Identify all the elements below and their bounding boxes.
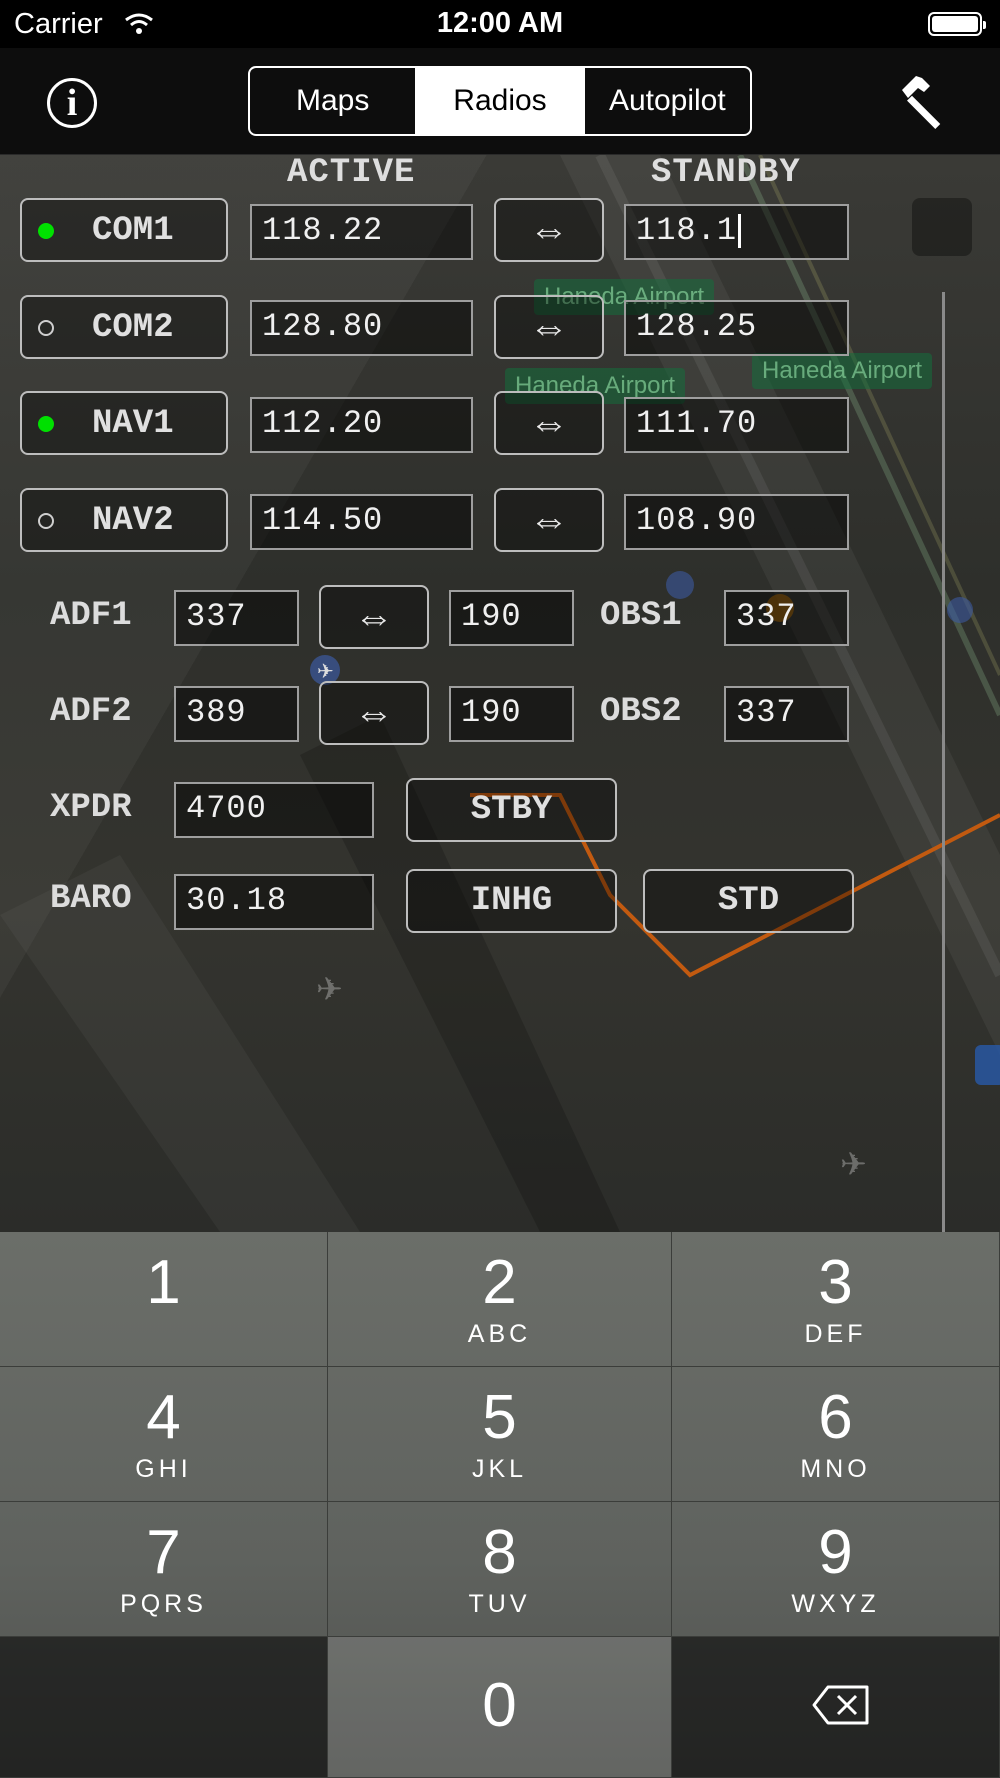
com2-standby-field[interactable]: 128.25: [624, 300, 849, 356]
swap-icon: ⇔: [354, 595, 394, 639]
tab-autopilot[interactable]: Autopilot: [585, 68, 750, 134]
obs2-field[interactable]: 337: [724, 686, 849, 742]
adf1-label: ADF1: [50, 597, 132, 635]
map-corner-control[interactable]: [912, 198, 972, 256]
obs1-label: OBS1: [600, 597, 682, 635]
com2-label: COM2: [92, 309, 174, 347]
backspace-icon: [812, 1685, 869, 1725]
key-8[interactable]: 8 TUV: [328, 1502, 672, 1637]
adf1-standby-field[interactable]: 190: [449, 590, 574, 646]
nav2-status-led: [38, 513, 54, 529]
baro-label: BARO: [50, 880, 132, 918]
com1-swap-button[interactable]: ⇔: [494, 198, 604, 262]
key-1[interactable]: 1: [0, 1232, 328, 1367]
com1-button[interactable]: COM1: [20, 198, 228, 262]
nav1-status-led: [38, 416, 54, 432]
adf2-swap-button[interactable]: ⇔: [319, 681, 429, 745]
com2-swap-button[interactable]: ⇔: [494, 295, 604, 359]
swap-icon: ⇔: [529, 498, 569, 542]
key-blank: [0, 1637, 328, 1778]
key-5[interactable]: 5 JKL: [328, 1367, 672, 1502]
info-icon: i: [66, 82, 78, 124]
com1-active-field[interactable]: 118.22: [250, 204, 473, 260]
key-9[interactable]: 9 WXYZ: [672, 1502, 1000, 1637]
panel-divider: [942, 292, 945, 1232]
key-3[interactable]: 3 DEF: [672, 1232, 1000, 1367]
nav1-standby-field[interactable]: 111.70: [624, 397, 849, 453]
com1-label: COM1: [92, 212, 174, 250]
nav2-swap-button[interactable]: ⇔: [494, 488, 604, 552]
nav1-button[interactable]: NAV1: [20, 391, 228, 455]
baro-unit-button[interactable]: INHG: [406, 869, 617, 933]
hammer-icon[interactable]: [894, 72, 954, 132]
obs1-field[interactable]: 337: [724, 590, 849, 646]
baro-value-field[interactable]: 30.18: [174, 874, 374, 930]
map-label-airport-3: Haneda Airport: [752, 353, 933, 389]
adf1-active-field[interactable]: 337: [174, 590, 299, 646]
key-delete[interactable]: [672, 1637, 1000, 1778]
adf2-standby-field[interactable]: 190: [449, 686, 574, 742]
swap-icon: ⇔: [354, 691, 394, 735]
svg-text:✈: ✈: [840, 1145, 867, 1183]
svg-text:✈: ✈: [316, 970, 343, 1008]
com1-status-led: [38, 223, 54, 239]
clock: 12:00 AM: [436, 7, 564, 39]
standby-header: STANDBY: [651, 154, 801, 192]
xpdr-mode-button[interactable]: STBY: [406, 778, 617, 842]
key-4[interactable]: 4 GHI: [0, 1367, 328, 1502]
status-bar: Carrier 12:00 AM: [0, 0, 1000, 48]
nav2-label: NAV2: [92, 502, 174, 540]
swap-icon: ⇔: [529, 401, 569, 445]
obs2-label: OBS2: [600, 693, 682, 731]
adf2-active-field[interactable]: 389: [174, 686, 299, 742]
xpdr-label: XPDR: [50, 789, 132, 827]
key-2[interactable]: 2 ABC: [328, 1232, 672, 1367]
adf1-swap-button[interactable]: ⇔: [319, 585, 429, 649]
tab-maps[interactable]: Maps: [250, 68, 418, 134]
nav2-active-field[interactable]: 114.50: [250, 494, 473, 550]
key-6[interactable]: 6 MNO: [672, 1367, 1000, 1502]
com1-standby-field[interactable]: 118.1: [624, 204, 849, 260]
svg-text:✈: ✈: [317, 659, 334, 683]
key-0[interactable]: 0: [328, 1637, 672, 1778]
nav1-label: NAV1: [92, 405, 174, 443]
numeric-keypad: 1 2 ABC 3 DEF 4 GHI 5 JKL 6 MNO 7 PQRS 8 TUV 9W…: [0, 1232, 1000, 1778]
nav1-active-field[interactable]: 112.20: [250, 397, 473, 453]
text-caret: [738, 213, 742, 248]
com2-active-field[interactable]: 128.80: [250, 300, 473, 356]
mode-segmented-control: Maps Radios Autopilot: [248, 66, 752, 136]
key-7[interactable]: 7 PQRS: [0, 1502, 328, 1637]
active-header: ACTIVE: [287, 154, 416, 192]
baro-std-button[interactable]: STD: [643, 869, 854, 933]
swap-icon: ⇔: [529, 305, 569, 349]
nav2-standby-field[interactable]: 108.90: [624, 494, 849, 550]
battery-icon: [928, 12, 986, 36]
info-button[interactable]: i: [47, 78, 97, 128]
nav-bar: i Maps Radios Autopilot: [0, 48, 1000, 155]
com2-button[interactable]: COM2: [20, 295, 228, 359]
adf2-label: ADF2: [50, 693, 132, 731]
nav1-swap-button[interactable]: ⇔: [494, 391, 604, 455]
nav2-button[interactable]: NAV2: [20, 488, 228, 552]
tab-radios[interactable]: Radios: [417, 68, 585, 134]
com2-status-led: [38, 320, 54, 336]
swap-icon: ⇔: [529, 208, 569, 252]
xpdr-code-field[interactable]: 4700: [174, 782, 374, 838]
